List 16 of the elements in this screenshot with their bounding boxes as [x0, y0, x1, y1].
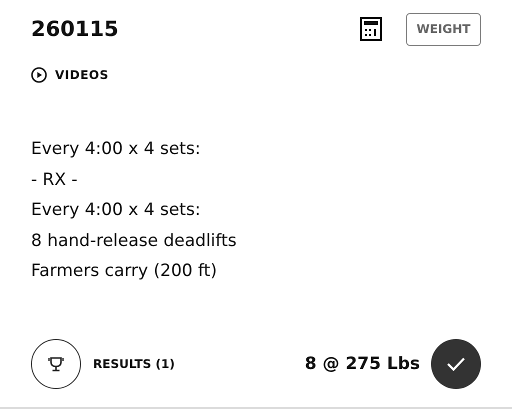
workout-title: 260115 — [31, 17, 120, 41]
videos-link[interactable]: VIDEOS — [55, 68, 109, 82]
calculator-icon[interactable] — [360, 17, 382, 41]
score-text: 8 @ 275 Lbs — [304, 354, 420, 374]
check-icon — [446, 356, 466, 372]
workout-line: - RX - — [31, 168, 79, 192]
workout-line: Every 4:00 x 4 sets: — [31, 199, 202, 222]
workout-line: Farmers carry (200 ft) — [31, 260, 218, 283]
weight-button[interactable]: WEIGHT — [406, 12, 481, 46]
trophy-icon — [47, 355, 65, 373]
workout-line: Every 4:00 x 4 sets: — [31, 138, 202, 161]
workout-line: 8 hand-release deadlifts — [31, 230, 238, 252]
trophy-button[interactable] — [31, 339, 81, 389]
check-button[interactable] — [431, 339, 481, 389]
results-link[interactable]: RESULTS (1) — [93, 357, 305, 371]
play-icon[interactable] — [31, 67, 47, 83]
